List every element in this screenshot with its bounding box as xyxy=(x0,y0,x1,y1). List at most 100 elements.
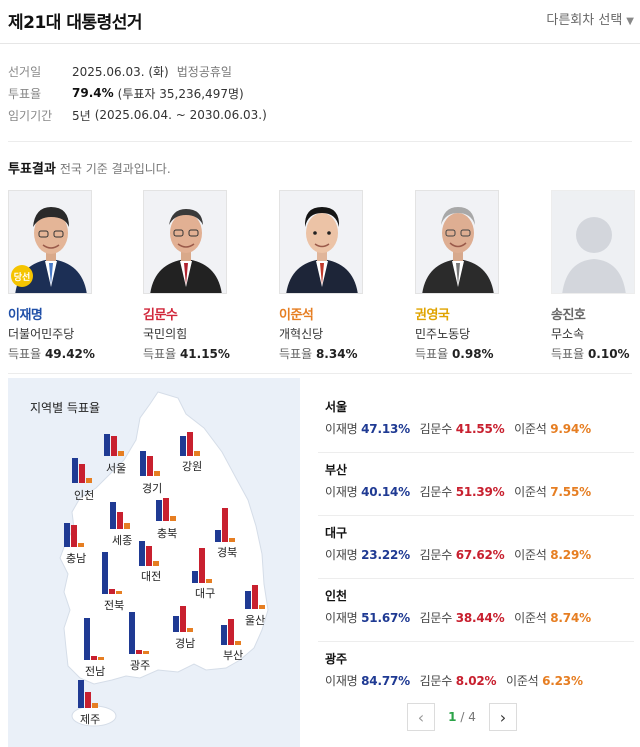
bar-c2 xyxy=(111,436,117,456)
bar-c1 xyxy=(129,612,135,654)
list-item[interactable]: 부산 이재명 40.14% 김문수 51.39% 이준석 7.55% xyxy=(318,453,634,516)
cand-rate: 6.23% xyxy=(542,674,583,688)
candidate-card[interactable]: 권영국 민주노동당 득표율 0.98% xyxy=(415,190,499,362)
region-label: 부산 xyxy=(223,649,244,662)
cand-name: 김문수 xyxy=(419,485,453,499)
bar-c3 xyxy=(86,478,92,483)
list-item[interactable]: 대구 이재명 23.22% 김문수 67.62% 이준석 8.29% xyxy=(318,516,634,579)
term-note: (2025.06.04. ~ 2030.06.03.) xyxy=(94,108,267,122)
region-label: 광주 xyxy=(130,659,151,672)
rate-label: 득표율 xyxy=(415,347,449,361)
bar-c1 xyxy=(173,616,179,632)
candidate-rate: 득표율 41.15% xyxy=(143,345,230,362)
turnout-note: (투표자 35,236,497명) xyxy=(117,86,244,101)
next-page-button[interactable]: › xyxy=(489,703,517,731)
bar-c3 xyxy=(98,657,104,660)
bar-c1 xyxy=(245,591,251,609)
bar-c2 xyxy=(117,512,123,529)
candidate-card[interactable]: 송진호 무소속 득표율 0.10% xyxy=(551,190,635,362)
cand-rate: 23.22% xyxy=(361,548,410,562)
current-page: 1 xyxy=(448,710,457,724)
bar-c3 xyxy=(116,591,122,594)
info-row-term: 임기기간 5년 (2025.06.04. ~ 2030.06.03.) xyxy=(8,104,628,126)
round-select-button[interactable]: 다른회차 선택 ▼ xyxy=(546,9,634,28)
page-title: 제21대 대통령선거 xyxy=(8,13,143,33)
region-label: 경기 xyxy=(142,482,163,495)
bar-c2 xyxy=(252,585,258,609)
bar-c3 xyxy=(235,641,241,645)
bar-c3 xyxy=(124,523,130,529)
candidate-party: 더불어민주당 xyxy=(8,327,75,341)
region-label: 강원 xyxy=(182,460,203,473)
chevron-right-icon: › xyxy=(499,707,507,727)
candidate-party: 민주노동당 xyxy=(415,327,471,341)
cand-name: 이재명 xyxy=(325,485,358,499)
list-item[interactable]: 인천 이재명 51.67% 김문수 38.44% 이준석 8.74% xyxy=(318,579,634,642)
cand-name: 이준석 xyxy=(505,674,539,688)
candidate-name: 권영국 xyxy=(415,308,450,323)
list-item[interactable]: 서울 이재명 47.13% 김문수 41.55% 이준석 9.94% xyxy=(318,390,634,453)
region-name: 부산 xyxy=(325,463,348,477)
round-select-label: 다른회차 선택 xyxy=(546,13,623,28)
rate-value: 41.15% xyxy=(179,347,230,361)
term-value: 5년 xyxy=(72,108,91,123)
cand-rate: 38.44% xyxy=(455,611,505,625)
header: 제21대 대통령선거 다른회차 선택 ▼ xyxy=(0,0,640,44)
list-item[interactable]: 광주 이재명 84.77% 김문수 8.02% 이준석 6.23% xyxy=(318,642,634,705)
bar-c2 xyxy=(79,464,85,483)
bar-c3 xyxy=(143,651,149,654)
bar-c1 xyxy=(192,571,198,583)
cand-rate: 7.55% xyxy=(550,485,591,499)
cand-rate: 84.77% xyxy=(361,674,410,688)
region-label: 충남 xyxy=(66,552,87,565)
rate-value: 49.42% xyxy=(44,347,95,361)
cand-rate: 51.39% xyxy=(455,485,505,499)
cand-rate: 41.55% xyxy=(455,422,505,436)
bar-c2 xyxy=(136,650,142,654)
candidate-card[interactable]: 김문수 국민의힘 득표율 41.15% xyxy=(143,190,230,362)
chevron-left-icon: ‹ xyxy=(417,707,425,727)
divider xyxy=(8,141,632,142)
cand-name: 김문수 xyxy=(419,674,453,688)
bar-c1 xyxy=(84,618,90,660)
candidate-rate: 득표율 0.10% xyxy=(551,345,635,362)
region-label: 전남 xyxy=(85,665,106,678)
rate-value: 8.34% xyxy=(315,347,358,361)
bar-c2 xyxy=(146,546,152,566)
cand-name: 이준석 xyxy=(514,422,547,436)
candidate-rate: 득표율 0.98% xyxy=(415,345,499,362)
bar-c3 xyxy=(92,703,98,708)
election-info: 선거일 2025.06.03. (화) 법정공휴일 투표율 79.4% (투표자… xyxy=(8,60,628,126)
candidate-card[interactable]: 이준석 개혁신당 득표율 8.34% xyxy=(279,190,363,362)
bar-c1 xyxy=(104,434,110,456)
bar-c1 xyxy=(156,500,162,521)
cand-rate: 40.14% xyxy=(361,485,410,499)
date-label: 선거일 xyxy=(8,64,42,79)
region-label: 전북 xyxy=(104,599,125,612)
info-row-turnout: 투표율 79.4% (투표자 35,236,497명) xyxy=(8,82,628,104)
bar-c3 xyxy=(229,538,235,542)
regional-map[interactable]: 지역별 득표율 서울 경기 강원 인천 충북 세종 충남 대전 경북 대구 전북… xyxy=(8,378,300,747)
results-note: 전국 기준 결과입니다. xyxy=(59,162,171,176)
bar-c3 xyxy=(118,451,124,456)
bar-c3 xyxy=(259,605,265,609)
cand-name: 이준석 xyxy=(514,485,547,499)
rate-label: 득표율 xyxy=(143,347,177,361)
bar-c2 xyxy=(187,432,193,456)
total-pages: 4 xyxy=(468,710,476,724)
cand-rate: 8.02% xyxy=(455,674,497,688)
candidate-party: 개혁신당 xyxy=(279,327,324,341)
bar-c1 xyxy=(139,541,145,566)
turnout-value: 79.4% xyxy=(72,86,114,100)
candidate-party: 무소속 xyxy=(551,327,585,341)
bar-c2 xyxy=(163,498,169,521)
prev-page-button[interactable]: ‹ xyxy=(407,703,435,731)
results-heading: 투표결과 전국 기준 결과입니다. xyxy=(8,158,171,177)
rate-label: 득표율 xyxy=(551,347,585,361)
bar-c1 xyxy=(64,523,70,547)
cand-rate: 8.29% xyxy=(550,548,591,562)
candidate-card[interactable]: 당선 이재명 더불어민주당 득표율 49.42% xyxy=(8,190,95,362)
candidate-rate: 득표율 8.34% xyxy=(279,345,363,362)
results-title: 투표결과 xyxy=(8,162,56,177)
chevron-down-icon: ▼ xyxy=(626,16,634,27)
